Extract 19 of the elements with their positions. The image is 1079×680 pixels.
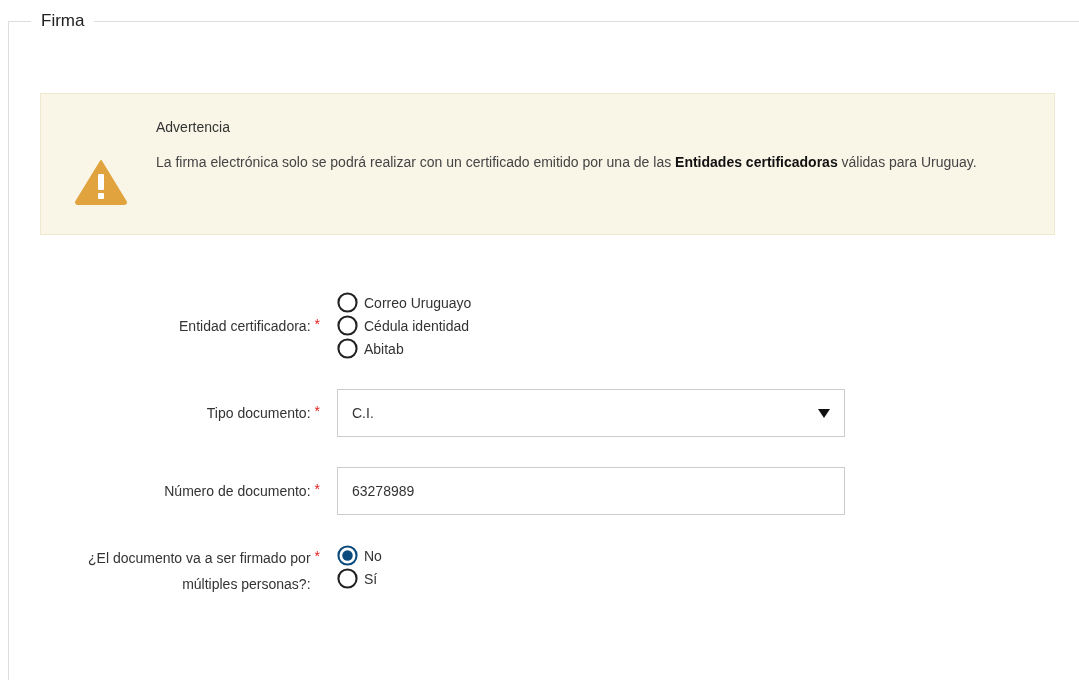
- warning-icon: [75, 159, 127, 205]
- required-mark: *: [314, 547, 320, 566]
- required-mark: *: [314, 314, 320, 334]
- radio-option[interactable]: Correo Uruguayo: [337, 292, 1079, 313]
- field-label: Número de documento:: [164, 482, 311, 501]
- radio-option[interactable]: Cédula identidad: [337, 315, 1079, 336]
- field-label: Tipo documento:: [206, 404, 311, 423]
- document-type-select[interactable]: C.I.: [337, 389, 845, 437]
- required-mark: *: [314, 480, 320, 499]
- radio-option[interactable]: No: [337, 545, 1079, 566]
- radio-option[interactable]: Sí: [337, 568, 1079, 589]
- field-label: Entidad certificadora:: [179, 316, 311, 336]
- alert-title: Advertencia: [156, 119, 231, 135]
- caret-icon: [818, 408, 830, 418]
- field-label: ¿El documento va a ser firmado por múltiples personas?:: [87, 549, 311, 594]
- required-mark: *: [314, 402, 320, 421]
- input-field[interactable]: 63278989: [337, 467, 845, 515]
- radio-option[interactable]: Abitab: [337, 338, 1079, 359]
- alert-message: La firma electrónica solo se podrá realizar con un certificado emitido por una de las Entidades certificadoras válidas para Uruguay.: [156, 153, 977, 172]
